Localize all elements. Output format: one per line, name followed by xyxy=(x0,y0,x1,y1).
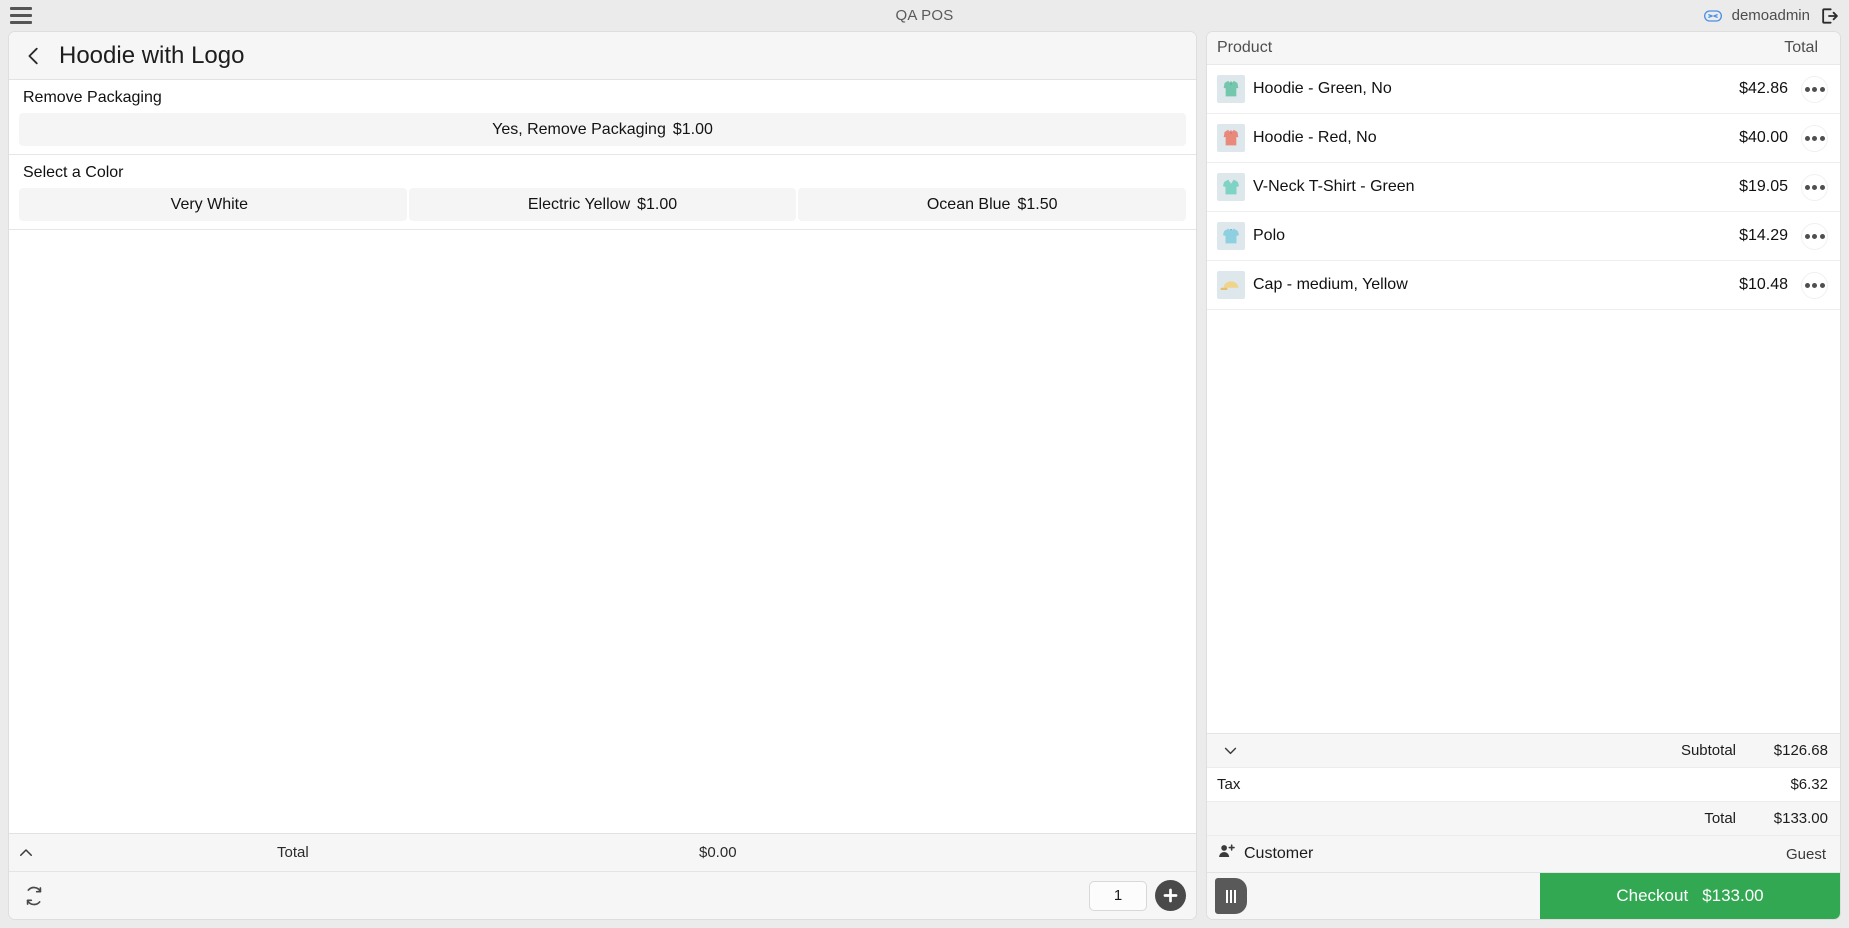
tax-value: $6.32 xyxy=(1790,776,1828,793)
subtotal-value: $126.68 xyxy=(1773,742,1828,759)
user-area: demoadmin xyxy=(1703,6,1839,26)
cart-item-total: $42.86 xyxy=(1739,80,1788,97)
checkout-label: Checkout xyxy=(1616,886,1689,905)
cart-item-list: Hoodie - Green, No $42.86 Hoodie - Red, … xyxy=(1207,65,1840,733)
cart-item-name: Cap - medium, Yellow xyxy=(1253,276,1408,293)
customer-label: Customer xyxy=(1244,845,1314,862)
ellipsis-icon[interactable] xyxy=(1801,173,1828,201)
quantity-input[interactable] xyxy=(1089,880,1147,911)
option-name: Yes, Remove Packaging xyxy=(492,120,666,138)
attribute-group: Select a Color Very White Electric Yello… xyxy=(9,155,1196,230)
ellipsis-icon[interactable] xyxy=(1801,75,1828,103)
attribute-option-electric-yellow[interactable]: Electric Yellow $1.00 xyxy=(408,188,797,221)
grand-total-label: Total xyxy=(1704,810,1736,827)
hamburger-icon[interactable] xyxy=(8,5,34,27)
option-price: $1.00 xyxy=(672,120,713,138)
chevron-down-icon[interactable] xyxy=(1217,734,1243,767)
grand-total-value: $133.00 xyxy=(1773,810,1828,827)
add-customer-icon xyxy=(1217,842,1236,866)
ellipsis-icon[interactable] xyxy=(1801,124,1828,152)
chevron-up-icon[interactable] xyxy=(9,834,43,871)
logout-icon[interactable] xyxy=(1819,6,1839,26)
tax-row: Tax $6.32 xyxy=(1207,768,1840,802)
cart-item-total: $40.00 xyxy=(1739,129,1788,146)
table-row[interactable]: Hoodie - Red, No $40.00 xyxy=(1207,114,1840,163)
product-total-row: Total $0.00 xyxy=(9,834,1196,872)
customer-row[interactable]: Customer Guest xyxy=(1207,836,1840,873)
cart-item-total: $14.29 xyxy=(1739,227,1788,244)
attribute-list: Remove Packaging Yes, Remove Packaging $… xyxy=(9,80,1196,833)
cart-item-name: V-Neck T-Shirt - Green xyxy=(1253,178,1415,195)
cart-panel: Product Total Hoodie - Green, No $42.86 … xyxy=(1206,31,1841,920)
attribute-label: Select a Color xyxy=(23,164,124,181)
column-header-product: Product xyxy=(1217,39,1273,56)
product-total-label: Total xyxy=(277,844,309,861)
product-total-value: $0.00 xyxy=(699,844,737,861)
grand-total-row: Total $133.00 xyxy=(1207,802,1840,836)
subtotal-label: Subtotal xyxy=(1680,742,1736,759)
cap-yellow-icon xyxy=(1217,271,1245,299)
ellipsis-icon[interactable] xyxy=(1801,271,1828,299)
hoodie-red-icon xyxy=(1217,124,1245,152)
column-header-total: Total xyxy=(1784,39,1818,56)
hamburger-bar xyxy=(10,14,32,17)
hamburger-bar xyxy=(10,7,32,10)
top-bar: QA POS demoadmin xyxy=(0,0,1849,31)
checkout-row: Checkout $133.00 xyxy=(1207,873,1840,919)
attribute-options: Yes, Remove Packaging $1.00 xyxy=(9,113,1196,154)
attribute-options: Very White Electric Yellow $1.00 Ocean B… xyxy=(9,188,1196,229)
attribute-option-ocean-blue[interactable]: Ocean Blue $1.50 xyxy=(798,188,1187,221)
page-title: Hoodie with Logo xyxy=(59,41,245,69)
user-badge-icon xyxy=(1703,6,1723,26)
table-row[interactable]: Polo $14.29 xyxy=(1207,212,1840,261)
checkout-amount: $133.00 xyxy=(1702,886,1764,905)
product-configurator-panel: Hoodie with Logo Remove Packaging Yes, R… xyxy=(8,31,1197,920)
attribute-option-very-white[interactable]: Very White xyxy=(19,188,407,221)
table-row[interactable]: Cap - medium, Yellow $10.48 xyxy=(1207,261,1840,310)
refresh-icon[interactable] xyxy=(23,885,45,907)
add-to-cart-button[interactable] xyxy=(1155,880,1186,911)
chevron-left-icon[interactable] xyxy=(23,45,45,67)
polo-blue-icon xyxy=(1217,222,1245,250)
product-header: Hoodie with Logo xyxy=(9,32,1196,80)
customer-left: Customer xyxy=(1217,842,1313,866)
username-label: demoadmin xyxy=(1731,7,1810,24)
product-footer: Total $0.00 xyxy=(9,833,1196,919)
option-price: $1.00 xyxy=(637,195,678,213)
option-name: Very White xyxy=(170,195,249,213)
cart-header: Product Total xyxy=(1207,32,1840,65)
cart-totals: Subtotal $126.68 Tax $6.32 Total $133.00 xyxy=(1207,733,1840,836)
option-name: Electric Yellow xyxy=(527,195,631,213)
option-price: $1.50 xyxy=(1017,195,1058,213)
customer-value: Guest xyxy=(1785,845,1826,863)
hamburger-bar xyxy=(10,21,32,24)
app-title: QA POS xyxy=(895,7,954,24)
vneck-green-icon xyxy=(1217,173,1245,201)
table-row[interactable]: V-Neck T-Shirt - Green $19.05 xyxy=(1207,163,1840,212)
checkout-button[interactable]: Checkout $133.00 xyxy=(1540,873,1840,919)
product-quantity-row xyxy=(9,872,1196,919)
ellipsis-icon[interactable] xyxy=(1801,222,1828,250)
hoodie-green-icon xyxy=(1217,75,1245,103)
attribute-label: Remove Packaging xyxy=(23,89,162,106)
attribute-option-remove-packaging-yes[interactable]: Yes, Remove Packaging $1.00 xyxy=(19,113,1186,146)
subtotal-row: Subtotal $126.68 xyxy=(1207,734,1840,768)
tax-label: Tax xyxy=(1217,776,1241,793)
attribute-group: Remove Packaging Yes, Remove Packaging $… xyxy=(9,80,1196,155)
quantity-controls xyxy=(1089,880,1186,911)
main-area: Hoodie with Logo Remove Packaging Yes, R… xyxy=(0,31,1849,928)
table-row[interactable]: Hoodie - Green, No $42.86 xyxy=(1207,65,1840,114)
cart-item-name: Hoodie - Red, No xyxy=(1253,129,1377,146)
option-name: Ocean Blue xyxy=(926,195,1011,213)
hold-order-icon[interactable] xyxy=(1215,878,1247,914)
cart-item-total: $19.05 xyxy=(1739,178,1788,195)
cart-item-total: $10.48 xyxy=(1739,276,1788,293)
cart-item-name: Hoodie - Green, No xyxy=(1253,80,1392,97)
cart-item-name: Polo xyxy=(1253,227,1286,244)
